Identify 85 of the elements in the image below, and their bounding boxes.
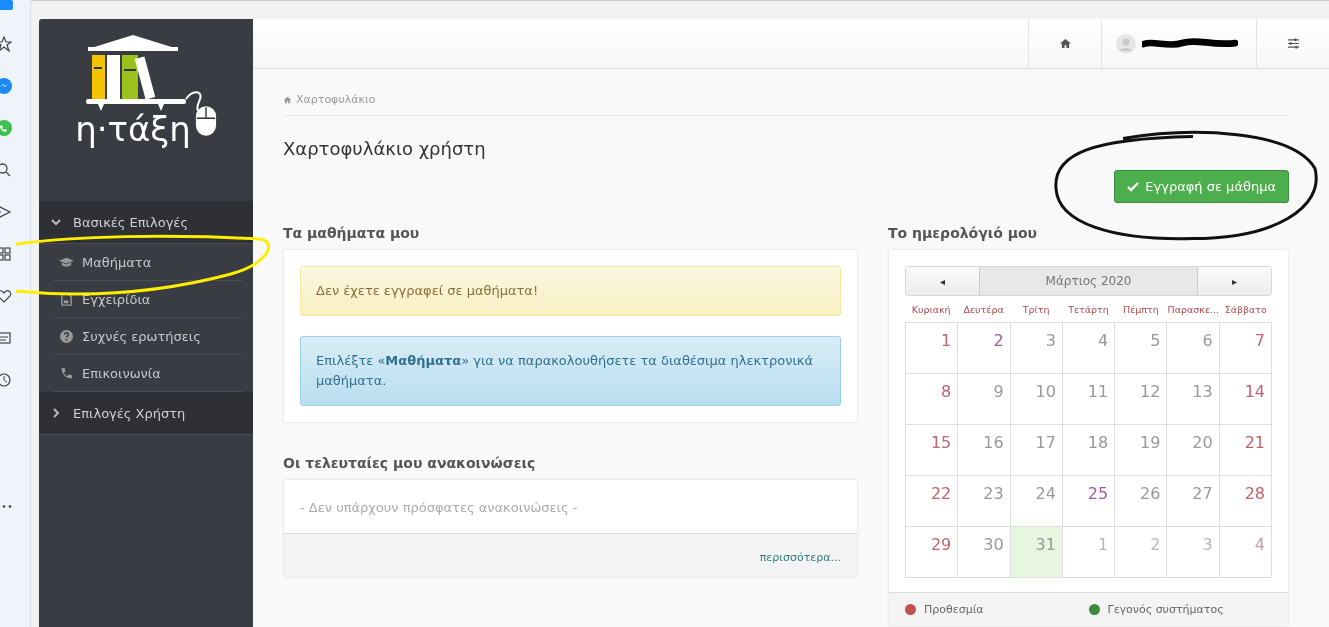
search-icon[interactable] [0, 162, 12, 178]
menu-item[interactable]: Εγχειρίδια [53, 281, 243, 318]
section-title: Το ημερολόγιό μου [888, 225, 1039, 241]
grid-icon[interactable] [0, 246, 12, 262]
calendar-day[interactable]: 19 [1115, 425, 1168, 476]
calendar-day[interactable]: 3 [1010, 323, 1063, 374]
calendar-day[interactable]: 15 [906, 425, 959, 476]
weekday-label: Παρασκε... [1167, 303, 1220, 315]
page-title: Χαρτοφυλάκιο χρήστη [283, 138, 486, 159]
calendar-day[interactable]: 2 [1115, 527, 1168, 578]
calendar-day[interactable]: 26 [1115, 476, 1168, 527]
calendar-day[interactable]: 29 [906, 527, 959, 578]
legend-label: Προθεσμία [924, 603, 984, 616]
clock-icon[interactable] [0, 372, 12, 388]
calendar-day[interactable]: 18 [1062, 425, 1116, 476]
calendar-day[interactable]: 9 [958, 374, 1011, 425]
heart-icon[interactable] [0, 288, 12, 304]
avatar-icon [1116, 33, 1136, 54]
document-icon [59, 292, 74, 306]
calendar-day[interactable]: 23 [958, 476, 1011, 527]
calendar-day[interactable]: 25 [1062, 476, 1116, 527]
menu-item[interactable]: Συχνές ερωτήσεις [53, 318, 243, 355]
prev-month-button[interactable]: ◂ [906, 267, 980, 295]
calendar-day[interactable]: 4 [1219, 527, 1272, 578]
calendar-day[interactable]: 1 [906, 323, 959, 374]
weekday-label: Τετάρτη [1067, 303, 1110, 315]
send-icon[interactable] [0, 204, 12, 220]
section-label: Επιλογές Χρήστη [73, 405, 186, 421]
calendar-day[interactable]: 3 [1167, 527, 1220, 578]
menu-item[interactable]: Μαθήματα [53, 244, 243, 281]
calendar-day[interactable]: 12 [1115, 374, 1168, 425]
calendar-day[interactable]: 14 [1219, 374, 1272, 425]
more-icon[interactable] [0, 504, 12, 509]
menu-section[interactable]: Επιλογές Χρήστη [39, 392, 253, 435]
chevron-icon [51, 408, 61, 418]
check-icon [1127, 181, 1140, 192]
alert-message: Δεν έχετε εγγραφεί σε μαθήματα! [300, 266, 841, 317]
more-link[interactable]: περισσότερα... [759, 551, 841, 565]
calendar-day[interactable]: 1 [1062, 527, 1116, 578]
calendar-day[interactable]: 6 [1167, 323, 1220, 374]
calendar-day[interactable]: 21 [1219, 425, 1272, 476]
next-month-button[interactable]: ▸ [1197, 267, 1271, 295]
calendar-day[interactable]: 5 [1115, 323, 1168, 374]
calendar-day[interactable]: 7 [1219, 323, 1272, 374]
calendar-day[interactable]: 27 [1167, 476, 1220, 527]
calendar-day[interactable]: 17 [1010, 425, 1063, 476]
calendar-day[interactable]: 10 [1010, 374, 1063, 425]
weekday-label: Κυριακή [910, 303, 952, 315]
weekday-label: Δευτέρα [962, 303, 1005, 315]
chat-icon[interactable] [0, 78, 12, 94]
calendar-day[interactable]: 2 [958, 323, 1011, 374]
section-label: Βασικές Επιλογές [73, 214, 188, 230]
calendar-day[interactable]: 11 [1062, 374, 1116, 425]
breadcrumb[interactable]: Χαρτοφυλάκιο [283, 93, 1289, 116]
section-title: Οι τελευταίες μου ανακοινώσεις [283, 455, 537, 472]
app-icon[interactable] [0, 0, 14, 10]
calendar-day[interactable]: 31 [1010, 527, 1063, 578]
brand-name: η·τάξη [75, 109, 191, 149]
calendar-day[interactable]: 30 [958, 527, 1011, 578]
menu-section[interactable]: Βασικές Επιλογές [39, 201, 253, 244]
home-icon [283, 95, 292, 104]
sliders-icon [1286, 38, 1300, 49]
calendar-day[interactable]: 16 [958, 425, 1011, 476]
phone-icon [59, 366, 74, 380]
home-icon [1058, 38, 1072, 49]
calendar-day[interactable]: 22 [906, 476, 959, 527]
question-icon [59, 329, 74, 343]
enroll-button[interactable]: Εγγραφή σε μάθημα [1114, 170, 1289, 203]
month-label: Μάρτιος 2020 [1044, 273, 1133, 290]
calendar-day[interactable]: 28 [1219, 476, 1272, 527]
weekday-label: Τρίτη [1021, 303, 1051, 315]
calendar-day[interactable]: 20 [1167, 425, 1220, 476]
mouse-icon [194, 105, 217, 137]
weekday-label: Πέμπτη [1122, 303, 1160, 315]
alert-message: Επιλέξτε «Μαθήματα» για να παρακολουθήσετε τα διαθέσιμα ηλεκτρονικά μαθήματα. [300, 336, 841, 407]
list-icon[interactable] [0, 330, 12, 346]
chevron-icon [51, 217, 61, 227]
star-icon[interactable] [0, 36, 12, 52]
weekday-label: Σάββατο [1223, 303, 1268, 315]
calendar-day[interactable]: 4 [1062, 323, 1116, 374]
section-title: Τα μαθήματα μου [283, 225, 421, 241]
legend-label: Γεγονός συστήματος [1107, 603, 1224, 616]
calendar-day[interactable]: 13 [1167, 374, 1220, 425]
calendar-day[interactable]: 8 [906, 374, 959, 425]
graduation-cap-icon [59, 255, 74, 269]
